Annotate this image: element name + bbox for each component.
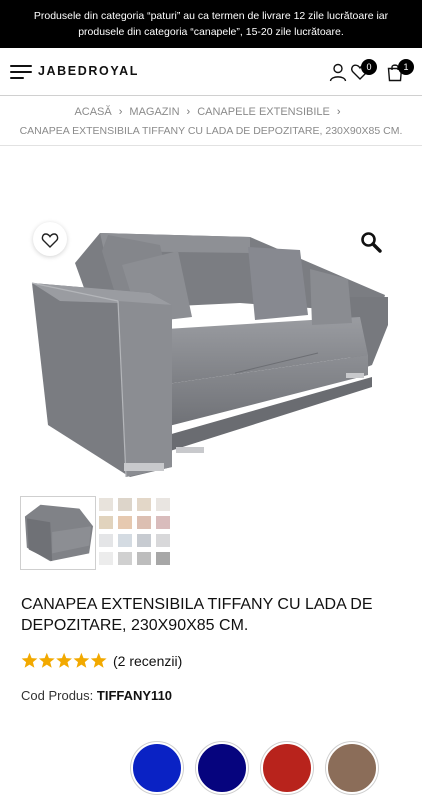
product-title: CANAPEA EXTENSIBILA TIFFANY CU LADA DE D… xyxy=(21,596,373,634)
user-icon[interactable] xyxy=(328,62,348,82)
cart-count-badge: 1 xyxy=(398,59,414,75)
breadcrumb-shop[interactable]: MAGAZIN xyxy=(129,106,179,118)
announcement-line-1: Produsele din categoria “paturi” au ca t… xyxy=(33,10,389,22)
add-to-wishlist-button[interactable] xyxy=(33,222,67,256)
breadcrumb: ACASĂ › MAGAZIN › CANAPELE EXTENSIBILE › CANA… xyxy=(0,104,422,140)
search-zoom-icon[interactable] xyxy=(359,230,383,254)
divider xyxy=(0,145,422,146)
reviews-link[interactable]: (2 recenzii) xyxy=(113,653,182,669)
site-logo[interactable]: JABEDROYAL xyxy=(38,64,139,78)
breadcrumb-current: CANAPEA EXTENSIBILA TIFFANY CU LADA DE D… xyxy=(19,125,403,137)
star-rating xyxy=(21,652,107,668)
star-icon xyxy=(90,652,107,668)
breadcrumb-separator: › xyxy=(186,106,191,118)
breadcrumb-category[interactable]: CANAPELE EXTENSIBILE xyxy=(197,106,330,118)
announcement-bar: Produsele din categoria “paturi” au ca t… xyxy=(0,0,422,48)
site-header: JABEDROYAL 0 1 xyxy=(0,48,422,96)
star-icon xyxy=(38,652,55,668)
sku-label: Cod Produs: xyxy=(21,688,94,703)
breadcrumb-separator: › xyxy=(118,106,123,118)
heart-icon xyxy=(41,233,59,248)
color-swatch-navy[interactable] xyxy=(196,742,248,794)
menu-icon[interactable] xyxy=(10,64,32,80)
color-swatch-red[interactable] xyxy=(261,742,313,794)
product-thumbnail-1[interactable] xyxy=(20,496,96,570)
color-swatch-blue[interactable] xyxy=(131,742,183,794)
color-swatch-brown[interactable] xyxy=(326,742,378,794)
wishlist-count-badge: 0 xyxy=(361,59,377,75)
product-sku: Cod Produs: TIFFANY110 xyxy=(21,688,172,703)
product-thumbnail-fabric-colors[interactable] xyxy=(97,496,173,570)
breadcrumb-separator: › xyxy=(336,106,341,118)
star-icon xyxy=(73,652,90,668)
star-icon xyxy=(56,652,72,668)
announcement-line-2: produsele din categoria “canapele”, 15-2… xyxy=(78,26,344,38)
star-icon xyxy=(21,652,38,668)
sku-value: TIFFANY110 xyxy=(96,688,173,703)
breadcrumb-home[interactable]: ACASĂ xyxy=(74,106,111,118)
